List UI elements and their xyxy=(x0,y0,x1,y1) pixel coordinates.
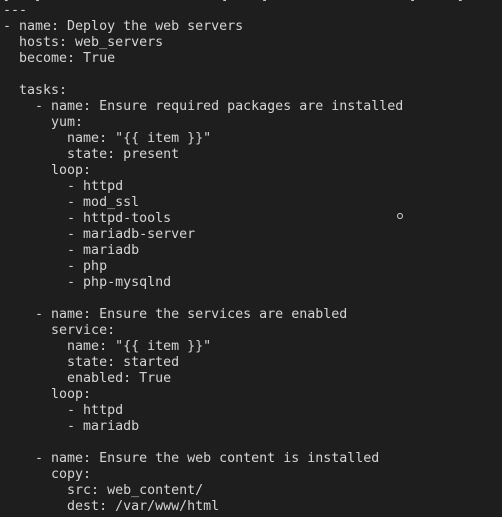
code-line: - httpd-tools xyxy=(3,211,172,226)
terminal-window[interactable]: [ [ ] [ ] [ ] ] ---- name: Deploy the we… xyxy=(0,0,502,517)
code-line: - php xyxy=(3,259,108,274)
code-line: - mod_ssl xyxy=(3,195,140,210)
code-line: - name: Ensure required packages are ins… xyxy=(3,99,404,114)
code-line: - mariadb xyxy=(3,243,140,258)
code-line: - name: Ensure the services are enabled xyxy=(3,307,348,322)
code-line: hosts: web_servers xyxy=(3,35,164,50)
code-line: enabled: True xyxy=(3,371,172,386)
code-line: - mariadb xyxy=(3,419,140,434)
code-line: --- xyxy=(3,3,28,18)
code-line: src: web_content/ xyxy=(3,483,204,498)
code-line: - httpd xyxy=(3,179,124,194)
code-line: copy: xyxy=(3,467,92,482)
code-line: dest: /var/www/html xyxy=(3,499,220,514)
mouse-pointer-icon xyxy=(397,213,403,219)
code-line: - name: Deploy the web servers xyxy=(3,19,244,34)
code-line: - php-mysqlnd xyxy=(3,275,172,290)
code-line: become: True xyxy=(3,51,116,66)
code-line: name: "{{ item }}" xyxy=(3,339,212,354)
code-line: - name: Ensure the web content is instal… xyxy=(3,451,380,466)
code-line: service: xyxy=(3,323,116,338)
code-line: - httpd xyxy=(3,403,124,418)
code-line: loop: xyxy=(3,387,92,402)
code-line: yum: xyxy=(3,115,84,130)
code-line: loop: xyxy=(3,163,92,178)
code-line: state: present xyxy=(3,147,180,162)
yaml-editor-content[interactable]: --- - name: Deploy the web servers hosts:… xyxy=(3,3,403,515)
code-line: state: started xyxy=(3,355,180,370)
code-line: tasks: xyxy=(3,83,68,98)
code-line: name: "{{ item }}" xyxy=(3,131,212,146)
code-line: - mariadb-server xyxy=(3,227,196,242)
